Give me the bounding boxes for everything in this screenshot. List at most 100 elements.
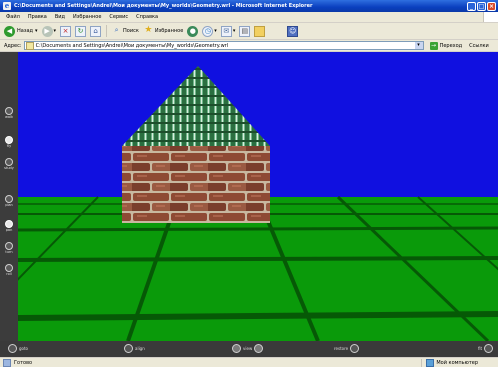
align-icon <box>124 344 133 353</box>
roll-icon <box>5 264 13 272</box>
windows-logo-icon <box>483 12 498 22</box>
media-icon: ● <box>187 25 199 37</box>
folder-icon <box>254 25 266 37</box>
pan-label: pan <box>5 228 13 232</box>
turn-mode-button[interactable]: turn <box>0 242 18 254</box>
house-walls <box>122 146 270 223</box>
title-bar: e C:\Documents and Settings\Andrei\Мои д… <box>0 0 498 12</box>
menu-view[interactable]: Вид <box>55 14 65 20</box>
mail-button[interactable]: ✉ ▾ <box>220 25 235 37</box>
goto-button[interactable]: goto <box>8 344 28 353</box>
address-label: Адрес: <box>4 42 22 49</box>
align-button[interactable]: align <box>124 344 145 353</box>
status-divider <box>421 358 423 367</box>
back-arrow-icon: ◀ <box>4 25 15 37</box>
stop-icon: × <box>60 25 72 37</box>
restore-icon <box>350 344 360 353</box>
pan-icon <box>5 220 13 228</box>
status-text: Готово <box>14 359 33 366</box>
search-icon: ⌕ <box>114 25 119 34</box>
back-button[interactable]: ◀ Назад ▾ <box>4 25 38 37</box>
plan-label: plan <box>5 203 13 207</box>
search-label: Поиск <box>123 28 139 34</box>
fit-icon <box>484 344 494 353</box>
pan-mode-button[interactable]: pan <box>0 220 18 232</box>
favorites-label: Избранное <box>154 28 184 34</box>
stop-button[interactable]: × <box>60 25 72 37</box>
study-icon <box>5 158 13 166</box>
walk-label: walk <box>4 115 13 119</box>
forward-arrow-icon: ▶ <box>41 25 53 37</box>
close-button[interactable]: × <box>487 1 496 11</box>
messenger-button[interactable]: ☺ <box>287 25 299 37</box>
study-mode-button[interactable]: study <box>0 158 18 170</box>
minimize-button[interactable]: _ <box>467 1 476 11</box>
favorites-star-icon: ★ <box>144 24 153 35</box>
home-icon: ⌂ <box>90 25 102 37</box>
address-value: C:\Documents and Settings\Andrei\Мои док… <box>35 42 229 49</box>
menu-file[interactable]: Файл <box>6 14 20 20</box>
page-icon <box>25 41 34 50</box>
roll-mode-button[interactable]: roll <box>0 264 18 276</box>
view-next-icon <box>254 344 264 353</box>
toolbar-separator <box>106 25 108 37</box>
print-icon: ▤ <box>239 25 251 37</box>
history-button[interactable]: ◷ ▾ <box>202 25 217 37</box>
mail-icon: ✉ <box>220 25 232 37</box>
home-button[interactable]: ⌂ <box>90 25 102 37</box>
back-label: Назад <box>17 28 34 34</box>
standard-toolbar: ◀ Назад ▾ ▶ ▾ × ↻ ⌂ ⌕ Поиск ★ Избранное … <box>0 23 498 40</box>
fly-icon <box>5 136 13 144</box>
favorites-button[interactable]: ★ Избранное <box>143 24 184 37</box>
media-button[interactable]: ● <box>187 25 199 37</box>
fit-label: fit <box>478 346 483 351</box>
refresh-button[interactable]: ↻ <box>75 25 87 37</box>
restore-button[interactable]: restore <box>334 344 360 353</box>
go-button[interactable]: → Переход <box>429 41 463 50</box>
fly-mode-button[interactable]: fly <box>0 136 18 148</box>
refresh-icon: ↻ <box>75 25 87 37</box>
walk-mode-button[interactable]: walk <box>0 107 18 119</box>
goto-label: goto <box>19 346 29 351</box>
address-dropdown-icon[interactable]: ▾ <box>414 42 423 49</box>
view-label: view <box>243 346 253 351</box>
plan-icon <box>5 195 13 203</box>
study-label: study <box>4 166 14 170</box>
align-label: align <box>135 346 145 351</box>
maximize-button[interactable]: □ <box>477 1 486 11</box>
zone-text: Мой компьютер <box>436 359 478 366</box>
menu-help[interactable]: Справка <box>136 14 158 20</box>
address-input[interactable]: C:\Documents and Settings\Andrei\Мои док… <box>23 41 424 50</box>
view-button[interactable]: view <box>232 344 264 353</box>
go-arrow-icon: → <box>429 41 438 50</box>
vrml-bottom-bar: goto align view restore fit <box>0 341 498 357</box>
messenger-icon: ☺ <box>287 25 299 37</box>
fit-button[interactable]: fit <box>478 344 494 353</box>
plan-mode-button[interactable]: plan <box>0 195 18 207</box>
walk-icon <box>5 107 13 115</box>
roll-label: roll <box>6 272 12 276</box>
menu-edit[interactable]: Правка <box>28 14 47 20</box>
scene-canvas <box>18 52 498 341</box>
menu-favorites[interactable]: Избранное <box>73 14 101 20</box>
forward-button[interactable]: ▶ ▾ <box>41 25 56 37</box>
window-title: C:\Documents and Settings\Andrei\Мои док… <box>14 3 313 9</box>
restore-label: restore <box>334 346 349 351</box>
done-page-icon <box>3 358 11 367</box>
links-button[interactable]: Ссылки <box>469 43 489 49</box>
vrml-3d-viewport[interactable] <box>18 52 498 341</box>
fly-label: fly <box>6 144 12 148</box>
menu-bar: Файл Правка Вид Избранное Сервис Справка <box>0 12 498 23</box>
menu-tools[interactable]: Сервис <box>109 14 128 20</box>
turn-icon <box>5 242 13 250</box>
print-button[interactable]: ▤ <box>239 25 251 37</box>
go-label: Переход <box>439 42 463 49</box>
history-icon: ◷ <box>202 25 214 37</box>
goto-icon <box>8 344 17 353</box>
view-prev-icon <box>232 344 241 353</box>
address-bar: Адрес: C:\Documents and Settings\Andrei\… <box>0 40 498 52</box>
turn-label: turn <box>5 250 13 254</box>
folder-button[interactable] <box>254 25 266 37</box>
computer-zone-icon <box>426 358 435 367</box>
search-button[interactable]: ⌕ Поиск <box>111 26 139 37</box>
